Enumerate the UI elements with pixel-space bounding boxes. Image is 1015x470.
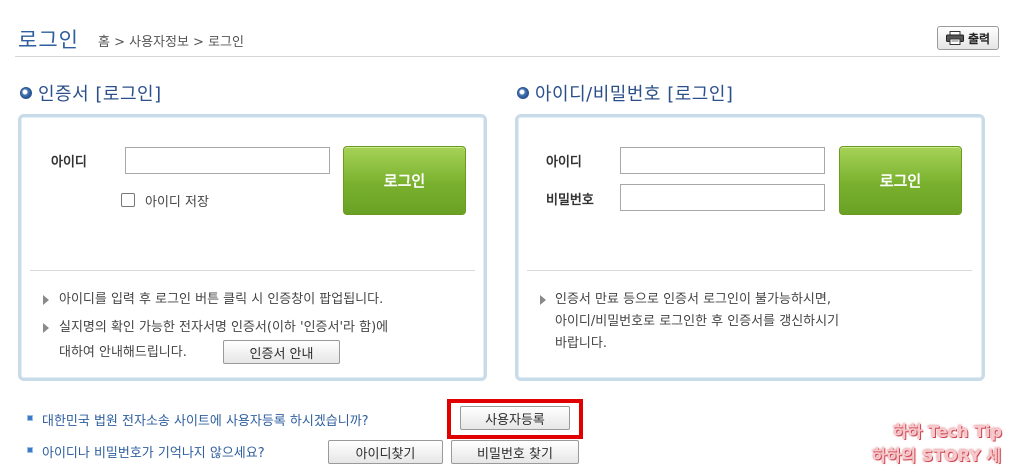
save-id-label: 아이디 저장 (145, 195, 209, 210)
circle-bullet-icon (20, 87, 32, 99)
id-note-2: 아이디/비밀번호로 로그인한 후 인증서를 갱신하시기 (555, 314, 840, 329)
highlight-box (447, 399, 583, 439)
id-panel-divider (527, 270, 972, 271)
breadcrumb: 홈 > 사용자정보 > 로그인 (98, 35, 244, 50)
id-login-heading: 아이디/비밀번호 [로그인] (517, 80, 733, 106)
arrow-bullet-icon (43, 323, 49, 333)
circle-bullet-icon (517, 87, 529, 99)
cert-login-heading: 인증서 [로그인] (20, 80, 162, 106)
print-button[interactable]: 출력 (937, 26, 999, 50)
id-login-button[interactable]: 로그인 (839, 146, 962, 215)
arrow-bullet-icon (43, 295, 49, 305)
id-note-3: 바랍니다. (555, 336, 607, 351)
watermark-line-2: 하하의 STORY 세상 (872, 446, 1002, 465)
printer-icon (945, 31, 964, 45)
cert-panel-divider (30, 270, 475, 271)
arrow-bullet-icon (540, 295, 546, 305)
find-id-button[interactable]: 아이디찾기 (328, 440, 443, 464)
square-bullet-icon (27, 447, 33, 453)
cert-login-title: 인증서 [로그인] (38, 84, 162, 105)
find-password-button[interactable]: 비밀번호 찾기 (451, 440, 579, 464)
page-title: 로그인 (18, 28, 79, 52)
cert-note-1: 아이디를 입력 후 로그인 버튼 클릭 시 인증창이 팝업됩니다. (59, 292, 384, 307)
cert-guide-button[interactable]: 인증서 안내 (223, 340, 340, 364)
id-note-1: 인증서 만료 등으로 인증서 로그인이 불가능하시면, (555, 292, 831, 307)
password-input[interactable] (620, 184, 825, 211)
cert-login-panel: 아이디 로그인 아이디 저장 아이디를 입력 후 로그인 버튼 클릭 시 인증창… (18, 114, 487, 381)
cert-id-label: 아이디 (51, 155, 87, 170)
register-prompt: 대한민국 법원 전자소송 사이트에 사용자등록 하시겠습니까? (42, 414, 369, 429)
cert-id-input[interactable] (125, 147, 330, 174)
cert-note-2: 실지명의 확인 가능한 전자서명 인증서(이하 '인증서'라 함)에 (59, 320, 389, 335)
id-login-panel: 아이디 비밀번호 로그인 인증서 만료 등으로 인증서 로그인이 불가능하시면,… (515, 114, 985, 381)
cert-note-3: 대하여 안내해드립니다. (59, 345, 187, 360)
watermark-line-1: 하하 Tech Tip (893, 422, 1002, 441)
password-label: 비밀번호 (546, 193, 594, 208)
id-login-title: 아이디/비밀번호 [로그인] (535, 84, 734, 105)
header-divider (15, 56, 1000, 57)
save-id-checkbox[interactable] (121, 193, 135, 207)
square-bullet-icon (27, 415, 33, 421)
print-label: 출력 (967, 31, 991, 46)
cert-login-button[interactable]: 로그인 (343, 146, 466, 215)
forgot-prompt: 아이디나 비밀번호가 기억나지 않으세요? (42, 446, 265, 461)
id-label: 아이디 (546, 155, 582, 170)
id-input[interactable] (620, 147, 825, 174)
